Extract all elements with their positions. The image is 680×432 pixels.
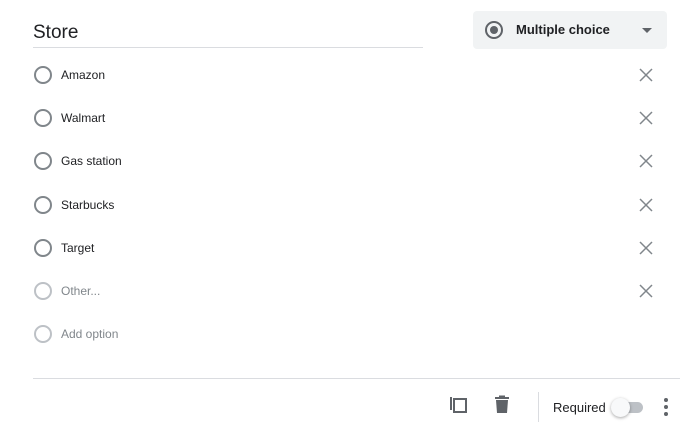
question-title-text: Store [33, 22, 79, 43]
option-radio [34, 196, 52, 214]
caret-down-icon [642, 28, 652, 33]
question-type-dropdown[interactable]: Multiple choice [473, 11, 667, 49]
option-label[interactable]: Gas station [61, 154, 122, 168]
close-icon[interactable] [636, 108, 656, 128]
close-icon[interactable] [636, 195, 656, 215]
option-label[interactable]: Amazon [61, 68, 105, 82]
copy-icon[interactable] [448, 394, 470, 416]
option-radio [34, 66, 52, 84]
option-row: Walmart [0, 103, 680, 133]
other-option-row: Other... [0, 276, 680, 306]
more-vert-icon[interactable] [658, 396, 674, 418]
toggle-thumb [611, 398, 630, 417]
other-option-label[interactable]: Other... [61, 284, 100, 298]
add-option-button[interactable]: Add option [61, 327, 118, 341]
option-row: Target [0, 233, 680, 263]
option-radio [34, 282, 52, 300]
option-radio [34, 325, 52, 343]
option-label[interactable]: Target [61, 241, 94, 255]
radio-button-checked-icon [485, 21, 503, 39]
close-icon[interactable] [636, 238, 656, 258]
add-option-row: Add option [0, 319, 680, 349]
trash-icon[interactable] [491, 394, 513, 416]
close-icon[interactable] [636, 151, 656, 171]
close-icon[interactable] [636, 281, 656, 301]
option-radio [34, 109, 52, 127]
footer-separator [538, 392, 539, 422]
option-label[interactable]: Starbucks [61, 198, 114, 212]
option-radio [34, 239, 52, 257]
footer-divider [33, 378, 680, 379]
question-type-label: Multiple choice [516, 22, 610, 37]
question-title-field[interactable]: Store [33, 18, 423, 48]
option-label[interactable]: Walmart [61, 111, 105, 125]
required-label: Required [553, 400, 606, 415]
option-row: Amazon [0, 60, 680, 90]
required-toggle[interactable] [611, 398, 645, 417]
option-row: Gas station [0, 146, 680, 176]
option-row: Starbucks [0, 190, 680, 220]
close-icon[interactable] [636, 65, 656, 85]
option-radio [34, 152, 52, 170]
